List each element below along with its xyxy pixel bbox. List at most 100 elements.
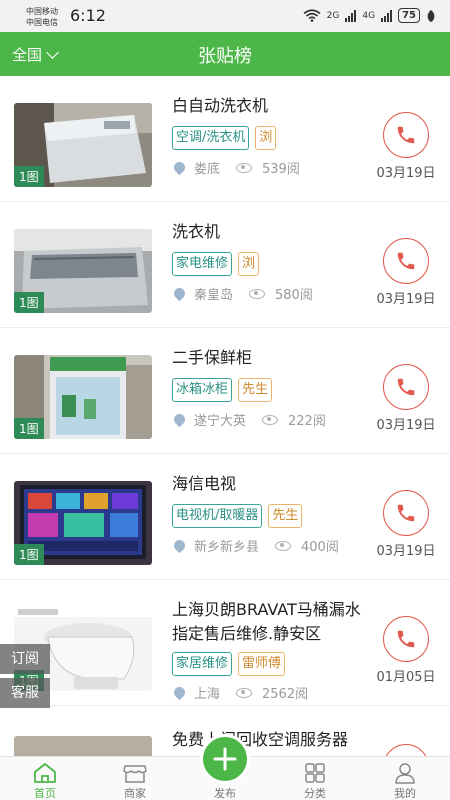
- tab-category-label: 分类: [304, 787, 326, 800]
- tab-mine[interactable]: 我的: [360, 757, 450, 800]
- view-count: 580阅: [275, 288, 313, 303]
- location-text: 上海: [194, 687, 221, 702]
- call-button[interactable]: [383, 238, 429, 284]
- listing-tags: 空调/洗衣机 浏: [172, 126, 277, 150]
- location-pin-icon: [171, 159, 188, 176]
- wifi-icon: [303, 9, 321, 22]
- carrier-info: 中国移动 中国电信: [26, 6, 58, 28]
- carrier-2: 中国电信: [26, 18, 58, 27]
- view-count: 222阅: [288, 414, 326, 429]
- publish-button[interactable]: [200, 734, 250, 784]
- phone-icon: [397, 378, 415, 396]
- view-count: 2562阅: [262, 687, 309, 702]
- tab-merchant[interactable]: 商家: [90, 757, 180, 800]
- phone-icon: [397, 504, 415, 522]
- category-tag: 家电维修: [172, 252, 233, 276]
- eye-icon: [249, 288, 266, 299]
- eye-icon: [262, 414, 279, 425]
- tab-publish-label: 发布: [214, 787, 236, 800]
- tab-mine-label: 我的: [394, 787, 416, 800]
- page-title: 张贴榜: [198, 46, 252, 67]
- location-text: 新乡新乡县: [194, 540, 260, 555]
- image-count-badge: 1图: [14, 166, 44, 187]
- network-2g-label: 2G: [326, 10, 340, 21]
- tab-merchant-label: 商家: [124, 787, 146, 800]
- location-pin-icon: [171, 684, 188, 701]
- listing-meta: 上海 2562阅: [171, 683, 309, 702]
- location-pin-icon: [171, 411, 188, 428]
- listing-list: 1图 白自动洗衣机 空调/洗衣机 浏 娄底 539阅 03月19日 1图 洗衣机…: [0, 76, 450, 756]
- subscribe-button[interactable]: 订阅: [0, 644, 50, 674]
- poster-role-tag: 浏: [255, 126, 277, 150]
- listing-tags: 家电维修 浏: [172, 252, 260, 276]
- listing-thumbnail[interactable]: [14, 736, 152, 756]
- customer-service-button[interactable]: 客服: [0, 678, 50, 708]
- listing-title[interactable]: 海信电视: [172, 472, 372, 496]
- listing-tags: 电视机/取暖器 先生: [172, 504, 303, 528]
- call-button[interactable]: [383, 490, 429, 536]
- call-button[interactable]: [383, 364, 429, 410]
- listing-item[interactable]: 1图 海信电视 电视机/取暖器 先生 新乡新乡县 400阅 03月19日: [0, 454, 450, 580]
- listing-meta: 新乡新乡县 400阅: [171, 536, 339, 555]
- post-date: 03月19日: [376, 418, 436, 433]
- image-count-badge: 1图: [14, 418, 44, 439]
- listing-title[interactable]: 上海贝朗BRAVAT马桶漏水指定售后维修.静安区: [172, 598, 372, 646]
- phone-icon: [397, 252, 415, 270]
- post-date: 03月19日: [376, 292, 436, 307]
- grid-icon: [305, 763, 325, 783]
- post-date: 03月19日: [376, 544, 436, 559]
- status-bar: 中国移动 中国电信 6:12 2G 4G 75: [0, 0, 450, 32]
- status-icons: 2G 4G 75: [303, 8, 436, 23]
- poster-role-tag: 雷师傅: [238, 652, 286, 676]
- home-icon: [34, 763, 56, 783]
- post-date: 01月05日: [376, 670, 436, 685]
- category-tag: 家居维修: [172, 652, 233, 676]
- poster-role-tag: 先生: [238, 378, 273, 402]
- listing-thumbnail[interactable]: 1图: [14, 229, 152, 313]
- listing-item[interactable]: 1图 二手保鲜柜 冰箱冰柜 先生 遂宁大英 222阅 03月19日: [0, 328, 450, 454]
- tab-category[interactable]: 分类: [270, 757, 360, 800]
- listing-title[interactable]: 白自动洗衣机: [172, 94, 372, 118]
- listing-thumbnail[interactable]: 1图: [14, 481, 152, 565]
- signal-icon: [381, 9, 393, 22]
- air-conditioner-photo: [14, 736, 152, 756]
- listing-meta: 秦皇岛 580阅: [171, 284, 313, 303]
- listing-item[interactable]: 1图 洗衣机 家电维修 浏 秦皇岛 580阅 03月19日: [0, 202, 450, 328]
- listing-tags: 冰箱冰柜 先生: [172, 378, 273, 402]
- location-pin-icon: [171, 285, 188, 302]
- listing-tags: 家居维修 雷师傅: [172, 652, 286, 676]
- plus-icon: [213, 747, 237, 771]
- leaf-icon: [427, 9, 435, 22]
- listing-title[interactable]: 洗衣机: [172, 220, 372, 244]
- app-header: 全国 张贴榜: [0, 32, 450, 76]
- poster-role-tag: 先生: [268, 504, 303, 528]
- listing-meta: 遂宁大英 222阅: [171, 410, 326, 429]
- call-button[interactable]: [383, 112, 429, 158]
- carrier-1: 中国移动: [26, 7, 58, 16]
- image-count-badge: 1图: [14, 544, 44, 565]
- listing-title[interactable]: 二手保鲜柜: [172, 346, 372, 370]
- eye-icon: [275, 540, 292, 551]
- shop-icon: [123, 765, 147, 783]
- poster-role-tag: 浏: [238, 252, 260, 276]
- eye-icon: [236, 687, 253, 698]
- eye-icon: [236, 162, 253, 173]
- tab-home[interactable]: 首页: [0, 757, 90, 800]
- signal-icon: [345, 9, 357, 22]
- call-button[interactable]: [383, 744, 429, 756]
- listing-item[interactable]: 1图 上海贝朗BRAVAT马桶漏水指定售后维修.静安区 家居维修 雷师傅 上海 …: [0, 580, 450, 706]
- clock: 6:12: [70, 6, 106, 25]
- phone-icon: [397, 630, 415, 648]
- location-pin-icon: [171, 537, 188, 554]
- category-tag: 冰箱冰柜: [172, 378, 233, 402]
- listing-meta: 娄底 539阅: [171, 158, 300, 177]
- listing-item[interactable]: 1图 白自动洗衣机 空调/洗衣机 浏 娄底 539阅 03月19日: [0, 76, 450, 202]
- network-4g-label: 4G: [362, 10, 376, 21]
- view-count: 400阅: [301, 540, 339, 555]
- call-button[interactable]: [383, 616, 429, 662]
- category-tag: 空调/洗衣机: [172, 126, 250, 150]
- listing-thumbnail[interactable]: 1图: [14, 355, 152, 439]
- battery-indicator: 75: [398, 8, 420, 23]
- listing-thumbnail[interactable]: 1图: [14, 103, 152, 187]
- location-text: 娄底: [194, 162, 221, 177]
